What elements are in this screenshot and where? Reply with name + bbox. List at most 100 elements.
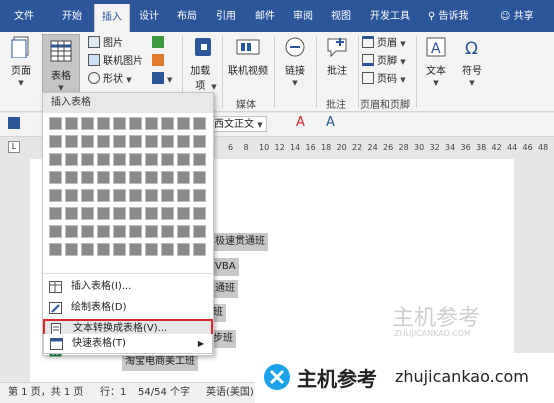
grid-cell[interactable] bbox=[49, 207, 62, 220]
grid-cell[interactable] bbox=[129, 153, 142, 166]
table-button[interactable]: 表格 ▼ bbox=[42, 34, 80, 94]
grid-cell[interactable] bbox=[113, 171, 126, 184]
grid-cell[interactable] bbox=[113, 225, 126, 238]
menu-insert-table[interactable]: 插入表格(I)... bbox=[43, 277, 213, 297]
smartart-button[interactable] bbox=[152, 36, 167, 52]
grid-cell[interactable] bbox=[161, 135, 174, 148]
header-button[interactable]: 页眉 ▼ bbox=[362, 36, 406, 52]
screenshot-button[interactable]: ▼ bbox=[152, 72, 172, 88]
grid-cell[interactable] bbox=[65, 207, 78, 220]
grid-cell[interactable] bbox=[145, 135, 158, 148]
tab-home[interactable]: 开始 bbox=[52, 0, 92, 32]
grid-cell[interactable] bbox=[65, 135, 78, 148]
picture-button[interactable]: 图片 bbox=[88, 36, 123, 52]
grid-cell[interactable] bbox=[129, 243, 142, 256]
grid-cell[interactable] bbox=[193, 171, 206, 184]
grid-cell[interactable] bbox=[49, 243, 62, 256]
grid-cell[interactable] bbox=[177, 189, 190, 202]
grid-cell[interactable] bbox=[49, 135, 62, 148]
share-button[interactable]: ☺ 共享 bbox=[500, 0, 534, 32]
grid-cell[interactable] bbox=[177, 153, 190, 166]
comment-button[interactable]: 批注 bbox=[320, 36, 354, 77]
online-picture-button[interactable]: 联机图片 bbox=[88, 54, 143, 70]
grid-cell[interactable] bbox=[81, 243, 94, 256]
page-button[interactable]: 页面 ▼ bbox=[4, 36, 38, 88]
grid-cell[interactable] bbox=[193, 117, 206, 130]
tab-developer[interactable]: 开发工具 bbox=[362, 0, 418, 32]
grid-cell[interactable] bbox=[113, 117, 126, 130]
grid-cell[interactable] bbox=[161, 189, 174, 202]
font-name-box[interactable]: 西文正文 ▼ bbox=[210, 116, 267, 132]
tell-me-box[interactable]: ⚲ 告诉我 bbox=[428, 0, 469, 32]
tab-view[interactable]: 视图 bbox=[324, 0, 358, 32]
grid-cell[interactable] bbox=[113, 207, 126, 220]
grid-cell[interactable] bbox=[177, 225, 190, 238]
chart-button[interactable] bbox=[152, 54, 167, 70]
grid-cell[interactable] bbox=[177, 117, 190, 130]
tab-layout[interactable]: 布局 bbox=[170, 0, 204, 32]
grid-cell[interactable] bbox=[177, 207, 190, 220]
grid-cell[interactable] bbox=[145, 207, 158, 220]
symbol-button[interactable]: Ω 符号 ▼ bbox=[456, 36, 488, 88]
page-number-button[interactable]: 页码 ▼ bbox=[362, 72, 406, 88]
grid-cell[interactable] bbox=[161, 117, 174, 130]
grid-cell[interactable] bbox=[65, 153, 78, 166]
grid-cell[interactable] bbox=[193, 153, 206, 166]
tab-file[interactable]: 文件 bbox=[4, 0, 44, 32]
grid-cell[interactable] bbox=[65, 189, 78, 202]
tab-references[interactable]: 引用 bbox=[208, 0, 244, 32]
grid-cell[interactable] bbox=[113, 243, 126, 256]
footer-button[interactable]: 页脚 ▼ bbox=[362, 54, 406, 70]
grid-cell[interactable] bbox=[177, 243, 190, 256]
grid-cell[interactable] bbox=[113, 189, 126, 202]
grid-cell[interactable] bbox=[49, 153, 62, 166]
grid-cell[interactable] bbox=[193, 225, 206, 238]
grid-cell[interactable] bbox=[81, 171, 94, 184]
grid-cell[interactable] bbox=[193, 243, 206, 256]
text-button[interactable]: A 文本 ▼ bbox=[420, 36, 452, 88]
grid-cell[interactable] bbox=[129, 189, 142, 202]
grid-cell[interactable] bbox=[97, 207, 110, 220]
grid-cell[interactable] bbox=[49, 225, 62, 238]
grid-cell[interactable] bbox=[97, 189, 110, 202]
grid-cell[interactable] bbox=[81, 207, 94, 220]
grid-cell[interactable] bbox=[161, 225, 174, 238]
grid-cell[interactable] bbox=[161, 153, 174, 166]
clear-format-icon[interactable]: A bbox=[326, 115, 335, 130]
tab-selector-icon[interactable]: L bbox=[8, 141, 20, 153]
grid-cell[interactable] bbox=[97, 171, 110, 184]
grid-cell[interactable] bbox=[193, 207, 206, 220]
grid-cell[interactable] bbox=[49, 189, 62, 202]
grid-cell[interactable] bbox=[65, 171, 78, 184]
grid-cell[interactable] bbox=[49, 171, 62, 184]
grid-cell[interactable] bbox=[177, 171, 190, 184]
grid-cell[interactable] bbox=[145, 189, 158, 202]
grid-cell[interactable] bbox=[49, 117, 62, 130]
grid-cell[interactable] bbox=[97, 225, 110, 238]
menu-quick-tables[interactable]: 快速表格(T) ▶ bbox=[43, 334, 213, 354]
tab-insert[interactable]: 插入 bbox=[94, 4, 130, 32]
grid-cell[interactable] bbox=[81, 135, 94, 148]
grid-cell[interactable] bbox=[145, 225, 158, 238]
grid-cell[interactable] bbox=[65, 225, 78, 238]
addins-button[interactable]: 加载项 ▼ bbox=[186, 36, 220, 92]
grid-cell[interactable] bbox=[129, 117, 142, 130]
grid-cell[interactable] bbox=[81, 117, 94, 130]
grid-cell[interactable] bbox=[161, 243, 174, 256]
link-button[interactable]: 链接 ▼ bbox=[278, 36, 312, 88]
tab-review[interactable]: 审阅 bbox=[286, 0, 320, 32]
grid-cell[interactable] bbox=[81, 153, 94, 166]
shapes-button[interactable]: 形状 ▼ bbox=[88, 72, 132, 88]
grid-cell[interactable] bbox=[129, 207, 142, 220]
grid-cell[interactable] bbox=[65, 243, 78, 256]
word-count[interactable]: 54/54 个字 bbox=[138, 383, 190, 403]
grid-cell[interactable] bbox=[193, 189, 206, 202]
menu-draw-table[interactable]: 绘制表格(D) bbox=[43, 298, 213, 318]
grid-cell[interactable] bbox=[113, 153, 126, 166]
grid-cell[interactable] bbox=[97, 117, 110, 130]
grid-cell[interactable] bbox=[145, 153, 158, 166]
online-video-button[interactable]: 联机视频 bbox=[226, 36, 270, 77]
grid-cell[interactable] bbox=[177, 135, 190, 148]
font-color-icon[interactable]: A bbox=[296, 115, 305, 130]
grid-cell[interactable] bbox=[97, 135, 110, 148]
